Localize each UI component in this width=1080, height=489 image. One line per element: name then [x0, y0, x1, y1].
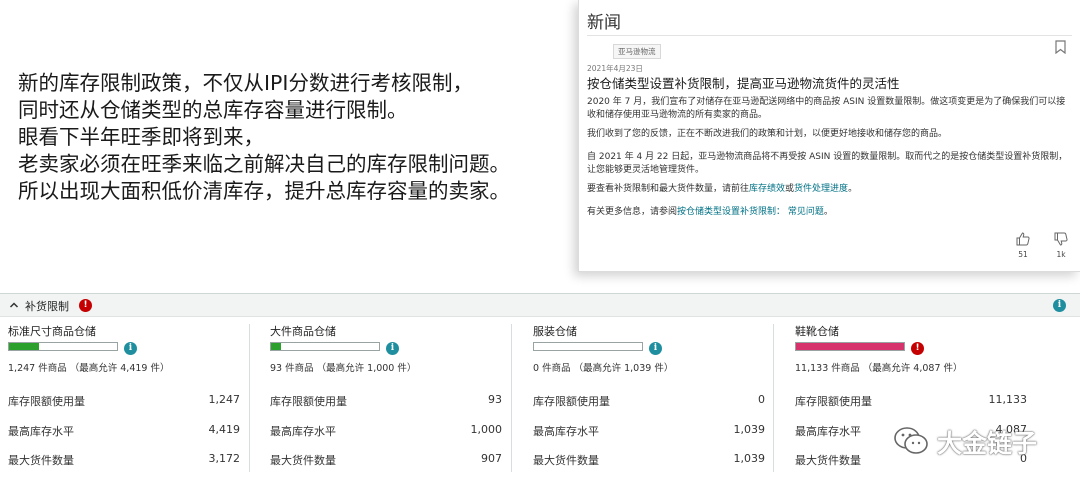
news-paragraph: 2020 年 7 月，我们宣布了对储存在亚马逊配送网络中的商品按 ASIN 设置… [587, 97, 1066, 120]
news-text: 。 [848, 184, 858, 194]
column-title: 大件商品仓储 [270, 325, 336, 338]
slide-line: 老卖家必须在旺季来临之前解决自己的库存限制问题。 [18, 152, 510, 176]
thumbs-up-icon [1016, 232, 1030, 246]
row-label: 最高库存水平 [795, 425, 861, 438]
shipment-progress-link[interactable]: 货件处理进度 [794, 184, 848, 194]
capacity-bar-fill [796, 343, 904, 350]
panel-title: 补货限制 [25, 300, 69, 313]
column-summary: 93 件商品 （最高允许 1,000 件） [270, 363, 417, 374]
watermark-text: 大金链子 [937, 429, 1038, 458]
dislike-count: 1k [1056, 250, 1066, 259]
bookmark-icon[interactable] [1055, 40, 1066, 54]
row-value: 4,419 [208, 423, 241, 436]
dislike-button[interactable]: 1k [1049, 232, 1073, 259]
news-text: 要查看补货限制和最大货件数量，请前往 [587, 184, 750, 194]
row-value: 93 [488, 393, 502, 406]
slide-line: 所以出现大面积低价清库存，提升总库存容量的卖家。 [18, 179, 510, 203]
row-value: 1,247 [208, 393, 241, 406]
chevron-up-icon[interactable] [9, 300, 19, 310]
thumbs-down-icon [1054, 232, 1068, 246]
slide-line: 同时还从仓储类型的总库存容量进行限制。 [18, 98, 408, 122]
column-summary: 1,247 件商品 （最高允许 4,419 件） [8, 363, 170, 374]
capacity-bar [795, 342, 905, 351]
row-value: 0 [758, 393, 765, 406]
row-label: 库存限额使用量 [270, 395, 347, 408]
news-title[interactable]: 按仓储类型设置补货限制，提高亚马逊物流货件的灵活性 [587, 73, 900, 92]
row-label: 库存限额使用量 [533, 395, 610, 408]
storage-column-standard: 标准尺寸商品仓储 i 1,247 件商品 （最高允许 4,419 件） 库存限额… [8, 320, 254, 489]
news-paragraph: 自 2021 年 4 月 22 日起，亚马逊物流商品将不再受按 ASIN 设置的… [587, 152, 1068, 175]
info-icon[interactable]: i [124, 342, 137, 355]
row-label: 最高库存水平 [533, 425, 599, 438]
row-label: 库存限额使用量 [8, 395, 85, 408]
row-value: 1,039 [733, 423, 766, 436]
news-paragraph: 有关更多信息，请参阅按仓储类型设置补货限制： 常见问题。 [587, 206, 1073, 219]
row-label: 最大货件数量 [795, 454, 861, 467]
alert-icon[interactable]: ! [911, 342, 924, 355]
capacity-bar [8, 342, 118, 351]
news-tag[interactable]: 亚马逊物流 [613, 44, 661, 59]
news-divider [587, 35, 1072, 36]
news-heading: 新闻 [587, 13, 621, 33]
news-text: 或 [785, 184, 795, 194]
row-value: 11,133 [988, 393, 1028, 406]
storage-column-oversize: 大件商品仓储 i 93 件商品 （最高允许 1,000 件） 库存限额使用量 9… [270, 320, 516, 489]
column-title: 标准尺寸商品仓储 [8, 325, 96, 338]
restock-limits-panel: 补货限制 ! i 标准尺寸商品仓储 i 1,247 件商品 （最高允许 4,41… [0, 293, 1080, 489]
storage-column-apparel: 服装仓储 i 0 件商品 （最高允许 1,039 件） 库存限额使用量 0 最高… [533, 320, 779, 489]
wechat-icon [894, 427, 928, 454]
info-icon[interactable]: i [649, 342, 662, 355]
column-summary: 11,133 件商品 （最高允许 4,087 件） [795, 363, 963, 374]
news-text: 有关更多信息，请参阅 [587, 207, 678, 217]
capacity-bar-fill [9, 343, 40, 350]
capacity-bar [533, 342, 643, 351]
row-label: 最大货件数量 [8, 454, 74, 467]
row-value: 1,000 [470, 423, 503, 436]
row-label: 最大货件数量 [533, 454, 599, 467]
slide-line: 新的库存限制政策，不仅从IPI分数进行考核限制， [18, 71, 473, 95]
inventory-performance-link[interactable]: 库存绩效 [749, 184, 785, 194]
capacity-bar [270, 342, 380, 351]
news-card: 新闻 亚马逊物流 2021年4月23日 按仓储类型设置补货限制，提高亚马逊物流货… [578, 0, 1080, 272]
news-paragraph: 要查看补货限制和最大货件数量，请前往库存绩效或货件处理进度。 [587, 183, 1073, 196]
column-title: 鞋靴仓储 [795, 325, 839, 338]
info-icon[interactable]: i [1053, 299, 1066, 312]
info-icon[interactable]: i [386, 342, 399, 355]
row-label: 最高库存水平 [270, 425, 336, 438]
faq-link[interactable]: 按仓储类型设置补货限制： 常见问题 [677, 207, 824, 217]
row-label: 库存限额使用量 [795, 395, 872, 408]
column-title: 服装仓储 [533, 325, 577, 338]
like-button[interactable]: 51 [1011, 232, 1035, 259]
news-text: 。 [823, 207, 833, 217]
row-value: 907 [481, 452, 502, 465]
column-summary: 0 件商品 （最高允许 1,039 件） [533, 363, 674, 374]
news-paragraph: 我们收到了您的反馈，正在不断改进我们的政策和计划，以便更好地接收和储存您的商品。 [587, 129, 948, 139]
like-count: 51 [1018, 250, 1028, 259]
slide-text-block: 新的库存限制政策，不仅从IPI分数进行考核限制， 同时还从仓储类型的总库存容量进… [18, 70, 578, 205]
row-label: 最大货件数量 [270, 454, 336, 467]
storage-column-footwear: 鞋靴仓储 ! 11,133 件商品 （最高允许 4,087 件） 库存限额使用量… [795, 320, 1041, 489]
row-value: 3,172 [208, 452, 241, 465]
row-label: 最高库存水平 [8, 425, 74, 438]
capacity-bar-fill [271, 343, 281, 350]
panel-header[interactable]: 补货限制 ! i [0, 294, 1080, 317]
slide-line: 眼看下半年旺季即将到来， [18, 125, 264, 149]
alert-icon: ! [79, 299, 92, 312]
row-value: 1,039 [733, 452, 766, 465]
